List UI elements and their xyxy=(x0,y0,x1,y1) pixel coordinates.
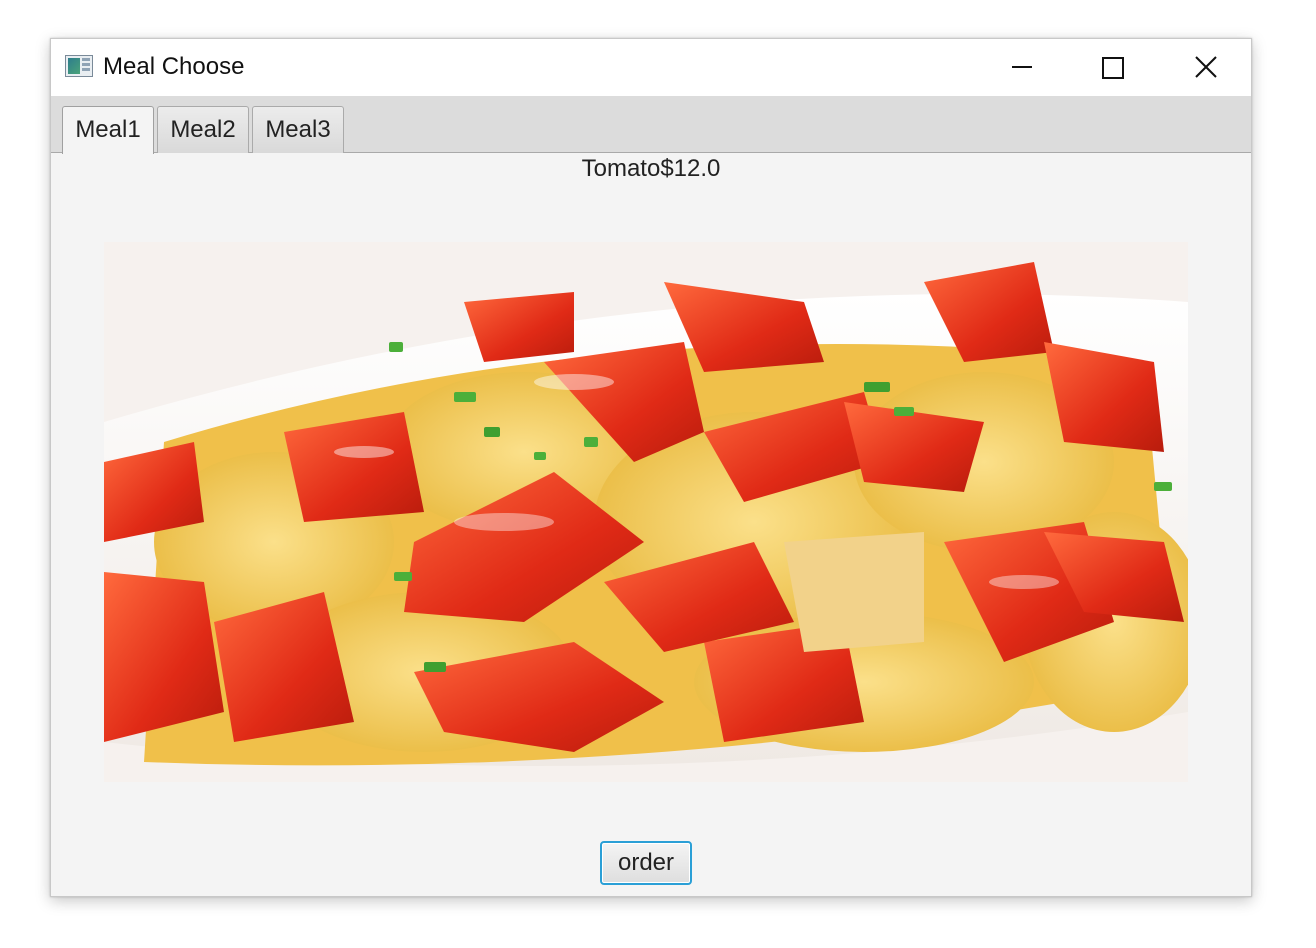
meal-photo xyxy=(104,242,1188,782)
minimize-button[interactable] xyxy=(976,39,1068,96)
meal-tab-bar: Meal1 Meal2 Meal3 xyxy=(51,96,1251,154)
order-button[interactable]: order xyxy=(600,841,692,885)
tab-meal1[interactable]: Meal1 xyxy=(62,106,154,154)
title-bar[interactable]: Meal Choose xyxy=(51,39,1251,96)
meal-choose-window: Meal Choose Meal1 Meal2 Meal3 Tomato$12.… xyxy=(50,38,1252,897)
tomato-egg-dish-image xyxy=(104,242,1188,782)
tab-meal3[interactable]: Meal3 xyxy=(252,106,344,153)
meal-price-label: Tomato$12.0 xyxy=(581,155,721,182)
maximize-button[interactable] xyxy=(1068,39,1160,96)
tab-meal2[interactable]: Meal2 xyxy=(157,106,249,153)
close-button[interactable] xyxy=(1160,39,1252,96)
close-icon xyxy=(1195,56,1217,78)
app-window-icon xyxy=(65,55,93,77)
window-title: Meal Choose xyxy=(103,53,245,80)
